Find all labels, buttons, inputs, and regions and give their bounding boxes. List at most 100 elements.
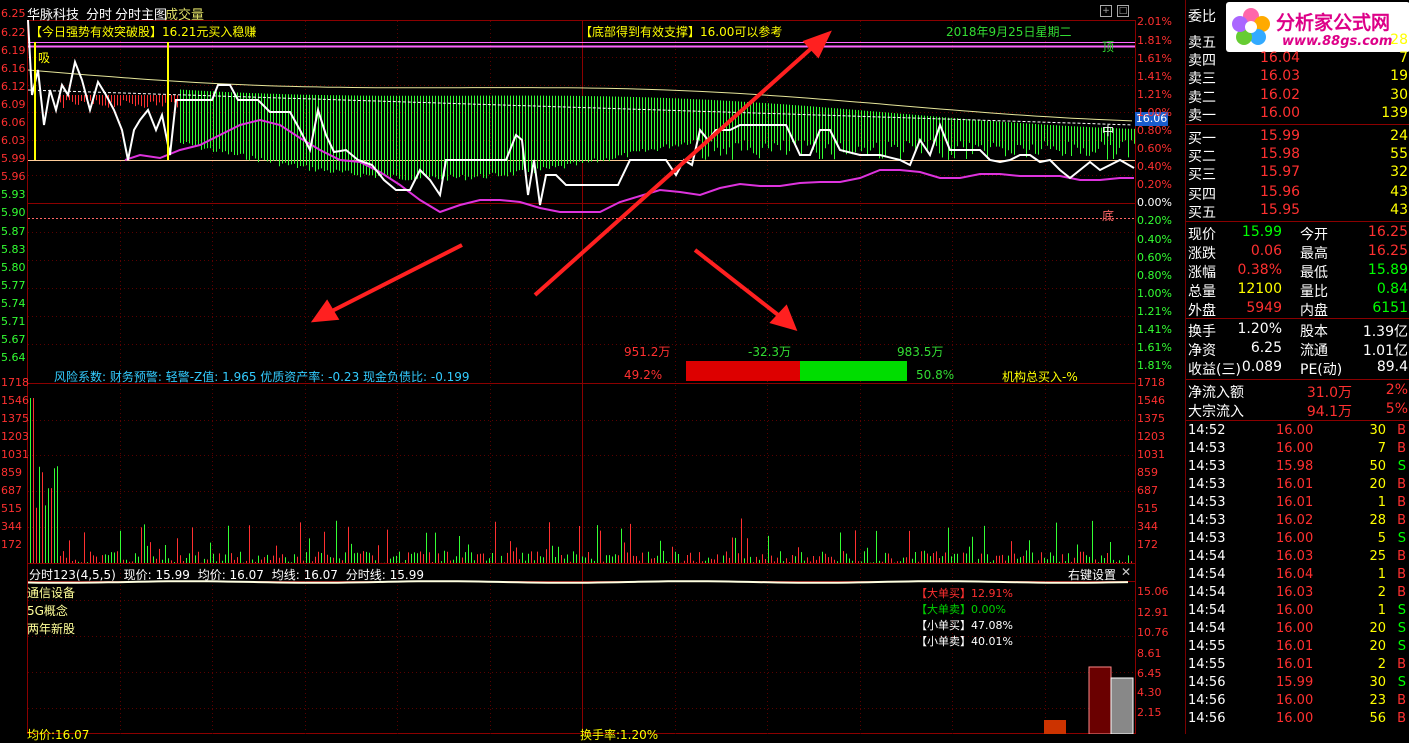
tag-2: 两年新股 (27, 622, 76, 636)
tick-row[interactable]: 14:54 16.00 1 S (1186, 603, 1409, 621)
indicator-avgline: 均线: 16.07 (271, 568, 338, 582)
sell-row[interactable]: 卖一 16.00 139 (1186, 105, 1409, 124)
sell-volume: 139 (1381, 105, 1408, 121)
tick-row[interactable]: 14:54 16.04 1 B (1186, 567, 1409, 585)
tick-row[interactable]: 14:56 16.00 23 B (1186, 693, 1409, 711)
flow-row: 大宗流入 94.1万 5% (1186, 401, 1409, 420)
tick-row[interactable]: 14:52 16.00 30 B (1186, 423, 1409, 441)
pct-axis-label: 0.40% (1137, 160, 1172, 173)
stat2-value-2: 1.39亿 (1362, 324, 1408, 340)
buy-row[interactable]: 买五 15.95 43 (1186, 202, 1409, 221)
stat-value: 0.06 (1250, 243, 1282, 259)
tab-main-chart[interactable]: 分时主图 (115, 4, 167, 23)
tick-side: S (1397, 603, 1406, 618)
tab-volume[interactable]: 成交量 (165, 4, 204, 23)
window-icon[interactable]: □ (1117, 5, 1129, 17)
tick-volume: 7 (1377, 441, 1386, 456)
buy-label: 买三 (1188, 167, 1216, 183)
tick-side: S (1397, 639, 1406, 654)
flow-right-pct: 50.8% (916, 368, 955, 382)
pct-axis-label: 1.41% (1137, 323, 1172, 336)
price-axis-label: 5.80 (1, 261, 26, 274)
tick-volume: 2 (1377, 585, 1386, 600)
right-click-settings[interactable]: 右键设置 (1068, 566, 1116, 583)
tick-row[interactable]: 14:56 16.00 56 B (1186, 711, 1409, 729)
lower-axis-label: 6.45 (1137, 667, 1162, 680)
tick-row[interactable]: 14:53 16.01 20 B (1186, 477, 1409, 495)
pct-axis-label: 1.00% (1137, 106, 1172, 119)
tick-price: 16.00 (1276, 711, 1314, 726)
tick-side: B (1397, 693, 1406, 708)
indicator-timeline: 分时线: 15.99 (345, 568, 424, 582)
signal-left: 【今日强势有效突破股】16.21元买入稳赚 (30, 23, 256, 40)
tick-side: B (1397, 423, 1406, 438)
tick-row[interactable]: 14:53 16.01 1 B (1186, 495, 1409, 513)
sell-row[interactable]: 卖二 16.02 30 (1186, 87, 1409, 106)
lower-bar-1 (1044, 720, 1066, 734)
tick-price: 16.00 (1276, 531, 1314, 546)
tick-row[interactable]: 14:53 16.00 5 S (1186, 531, 1409, 549)
tick-price: 16.03 (1276, 585, 1314, 600)
tick-volume: 28 (1369, 513, 1386, 528)
legend-value: 40.01% (971, 635, 1013, 648)
tick-side: B (1397, 441, 1406, 456)
flow-label: 大宗流入 (1188, 404, 1244, 420)
tick-side: B (1397, 495, 1406, 510)
tick-price: 16.00 (1276, 603, 1314, 618)
sell-volume: 28 (1390, 32, 1408, 48)
tick-time: 14:53 (1188, 441, 1226, 456)
close-icon[interactable]: ✕ (1121, 565, 1131, 579)
lower-axis-label: 4.30 (1137, 686, 1162, 699)
price-axis-label: 5.77 (1, 279, 26, 292)
sell-row[interactable]: 卖五 28 (1186, 32, 1409, 51)
flow-pct: 5% (1385, 401, 1408, 417)
tick-row[interactable]: 14:54 16.03 2 B (1186, 585, 1409, 603)
volume-axis-label: 687 (1, 484, 22, 497)
tick-row[interactable]: 14:54 16.00 20 S (1186, 621, 1409, 639)
buy-row[interactable]: 买二 15.98 55 (1186, 146, 1409, 165)
volume-axis-label-right: 1718 (1137, 376, 1165, 389)
tick-row[interactable]: 14:55 16.01 2 B (1186, 657, 1409, 675)
stat-value-2: 16.25 (1367, 243, 1408, 259)
tick-row[interactable]: 14:53 16.02 28 B (1186, 513, 1409, 531)
buy-volume: 55 (1390, 146, 1408, 162)
signal-mid-tag: 【底部得到有效支撑】 (580, 25, 701, 39)
tick-price: 16.04 (1276, 567, 1314, 582)
stat2-value: 6.25 (1250, 340, 1282, 356)
signal-left-text: 16.21元买入稳赚 (162, 25, 257, 39)
tab-timeshare[interactable]: 分时 (86, 4, 112, 23)
flow-left-amount: 951.2万 (624, 345, 671, 359)
intraday-chart[interactable]: 华脉科技 分时 分时主图 成交量 + □ 【今日强势有效突破股】16.21元买入… (0, 0, 1185, 742)
sell-row[interactable]: 卖四 16.04 7 (1186, 50, 1409, 69)
buy-row[interactable]: 买三 15.97 32 (1186, 164, 1409, 183)
sell-volume: 30 (1390, 87, 1408, 103)
legend-label: 【小单卖】 (916, 635, 971, 648)
stat-value-2: 16.25 (1367, 224, 1408, 240)
legend-label: 【大单卖】 (916, 603, 971, 616)
tick-volume: 20 (1369, 639, 1386, 654)
stat2-row: 换手 1.20% 股本 1.39亿 (1186, 321, 1409, 340)
red-histogram (60, 95, 178, 108)
tick-row[interactable]: 14:54 16.03 25 B (1186, 549, 1409, 567)
buy-price: 15.99 (1260, 128, 1301, 144)
lower-axis-label: 2.15 (1137, 706, 1162, 719)
pct-axis-label: 1.21% (1137, 88, 1172, 101)
tick-row[interactable]: 14:53 15.98 50 S (1186, 459, 1409, 477)
price-axis-label: 6.12 (1, 80, 26, 93)
volume-axis-label: 1375 (1, 412, 29, 425)
sell-price: 16.04 (1260, 50, 1301, 66)
lower-axis-label: 10.76 (1137, 626, 1169, 639)
buy-label: 买二 (1188, 149, 1216, 165)
sell-row[interactable]: 卖三 16.03 19 (1186, 68, 1409, 87)
volume-axis-label: 1546 (1, 394, 29, 407)
expand-icon[interactable]: + (1100, 5, 1112, 17)
tick-row[interactable]: 14:55 16.01 20 S (1186, 639, 1409, 657)
tick-row[interactable]: 14:53 16.00 7 B (1186, 441, 1409, 459)
tick-row[interactable]: 14:56 15.99 30 S (1186, 675, 1409, 693)
buy-row[interactable]: 买四 15.96 43 (1186, 184, 1409, 203)
bottom-turnover-label: 换手率:1.20% (580, 728, 659, 742)
buy-row[interactable]: 买一 15.99 24 (1186, 128, 1409, 147)
buy-price: 15.98 (1260, 146, 1301, 162)
signal-mid-text: 16.00可以参考 (700, 25, 783, 39)
tick-time: 14:53 (1188, 477, 1226, 492)
